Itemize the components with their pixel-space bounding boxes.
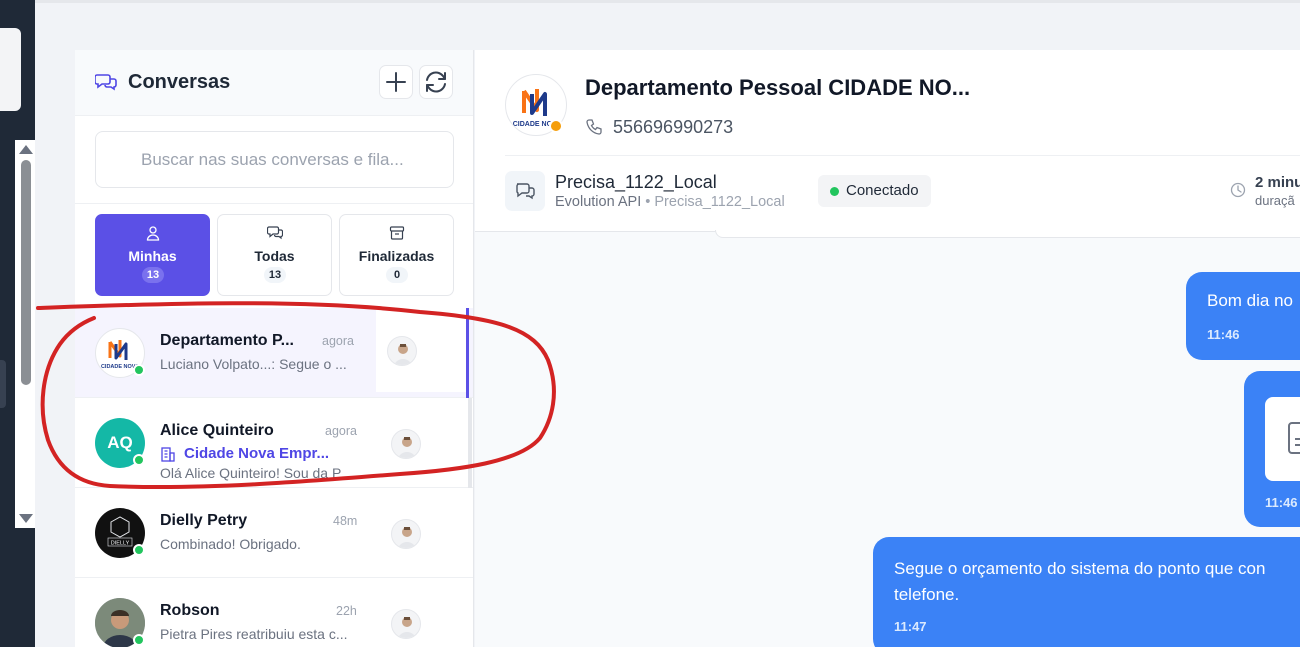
tab-count-badge: 13 (264, 267, 286, 283)
contact-name: Alice Quinteiro (160, 422, 274, 439)
conversation-item[interactable]: DIELLY Dielly Petry 48m Combinado! Obrig… (75, 488, 473, 578)
timestamp: 48m (333, 514, 358, 528)
plus-icon (386, 72, 406, 92)
chat-contact-name: Departamento Pessoal CIDADE NO... (585, 75, 971, 100)
conversation-item[interactable]: Robson 22h Pietra Pires reatribuiu esta … (75, 578, 473, 647)
agent-avatar (391, 519, 421, 549)
company-name: Cidade Nova Empr... (184, 445, 330, 462)
duration-value: 2 minu (1255, 174, 1300, 191)
chat-icon (516, 183, 535, 200)
company-link[interactable]: Cidade Nova Empr... (160, 445, 329, 462)
phone-number: 556696990273 (613, 117, 734, 137)
online-status-dot (133, 634, 145, 646)
scroll-down-arrow-icon[interactable] (19, 514, 33, 523)
tab-todas[interactable]: Todas 13 (217, 214, 332, 296)
agent-avatar (391, 429, 421, 459)
connected-dot (830, 187, 839, 196)
messages-area[interactable]: Bom dia no 11:46 11:46 Segue o orçamento… (475, 230, 1300, 647)
tab-count-badge: 0 (386, 267, 408, 283)
instance-subtitle: Evolution API • Precisa_1122_Local (555, 194, 785, 210)
message-time: 11:47 (894, 619, 927, 634)
tab-minhas[interactable]: Minhas 13 (95, 214, 210, 296)
message-text: Bom dia no (1207, 291, 1293, 310)
connection-status-badge: Conectado (818, 175, 931, 207)
top-border (35, 0, 1300, 3)
agent-photo-icon (398, 617, 416, 638)
timestamp: agora (322, 334, 354, 348)
agent-photo-icon (398, 437, 416, 458)
agent-avatar (391, 609, 421, 639)
connection-status-label: Conectado (846, 182, 919, 199)
user-icon (146, 226, 160, 241)
duration-label: duraçã (1255, 193, 1295, 208)
timestamp: agora (325, 424, 357, 438)
instance-sub-name: Precisa_1122_Local (654, 194, 785, 210)
document-preview[interactable] (1265, 397, 1300, 481)
message-text: Segue o orçamento do sistema do ponto qu… (894, 559, 1266, 604)
chat-bubbles-icon (95, 74, 117, 91)
conversations-header: Conversas (75, 50, 473, 116)
conversations-title: Conversas (128, 71, 231, 93)
outgoing-message[interactable]: Bom dia no 11:46 (1186, 272, 1300, 360)
dielly-logo-text: DIELLY (111, 541, 130, 547)
conversation-item[interactable]: CIDADE NOVA Departamento P... agora Luci… (75, 308, 473, 398)
refresh-icon (426, 71, 446, 93)
archive-icon (389, 226, 405, 240)
message-time: 11:46 (1207, 327, 1240, 342)
outgoing-document-message[interactable]: 11:46 (1244, 371, 1300, 527)
instance-icon-box (505, 171, 545, 211)
divider (505, 155, 1300, 156)
document-icon (1288, 422, 1300, 454)
tab-label: Minhas (128, 248, 177, 264)
tab-label: Finalizadas (358, 248, 435, 264)
phone-icon (586, 119, 602, 135)
search-input[interactable] (95, 131, 454, 188)
conversations-panel: Conversas Minhas 13 Todas 13 Finalizadas… (75, 50, 474, 647)
online-status-dot (133, 544, 145, 556)
outgoing-message[interactable]: Segue o orçamento do sistema do ponto qu… (873, 537, 1300, 647)
rail-marker[interactable] (0, 360, 6, 408)
previous-message-edge (715, 230, 1300, 238)
row-scroll-indicator (468, 398, 472, 488)
rail-card[interactable] (0, 28, 21, 111)
message-time: 11:46 (1265, 495, 1298, 510)
tab-count-badge: 13 (142, 267, 164, 283)
clock-icon (1230, 182, 1246, 198)
message-preview: Luciano Volpato...: Segue o ... (160, 356, 347, 372)
chat-panel: CIDADE NOVA Departamento Pessoal CIDADE … (475, 50, 1300, 647)
tab-label: Todas (254, 248, 295, 264)
instance-name: Precisa_1122_Local (555, 172, 717, 192)
instance-provider: Evolution API (555, 194, 642, 210)
refresh-button[interactable] (419, 65, 453, 99)
separator-dot: • (645, 194, 651, 210)
contact-name: Departamento P... (160, 332, 294, 349)
rail-scrollbar-thumb[interactable] (21, 160, 31, 385)
building-icon (161, 446, 175, 462)
new-conversation-button[interactable] (379, 65, 413, 99)
selected-indicator (466, 308, 469, 398)
away-status-dot (549, 119, 563, 133)
message-preview: Combinado! Obrigado. (160, 536, 301, 552)
online-status-dot (133, 364, 145, 376)
tab-finalizadas[interactable]: Finalizadas 0 (339, 214, 454, 296)
contact-name: Robson (160, 602, 220, 619)
chat-icon (267, 226, 283, 240)
timestamp: 22h (336, 604, 357, 618)
online-status-dot (133, 454, 145, 466)
conversation-item[interactable]: AQ Alice Quinteiro agora Cidade Nova Emp… (75, 398, 473, 488)
contact-name: Dielly Petry (160, 512, 248, 529)
scroll-up-arrow-icon[interactable] (19, 145, 33, 154)
message-preview: Olá Alice Quinteiro! Sou da P... (160, 465, 352, 481)
message-preview: Pietra Pires reatribuiu esta c... (160, 626, 348, 642)
divider (75, 203, 473, 204)
agent-photo-icon (398, 527, 416, 548)
agent-avatar (387, 336, 417, 366)
